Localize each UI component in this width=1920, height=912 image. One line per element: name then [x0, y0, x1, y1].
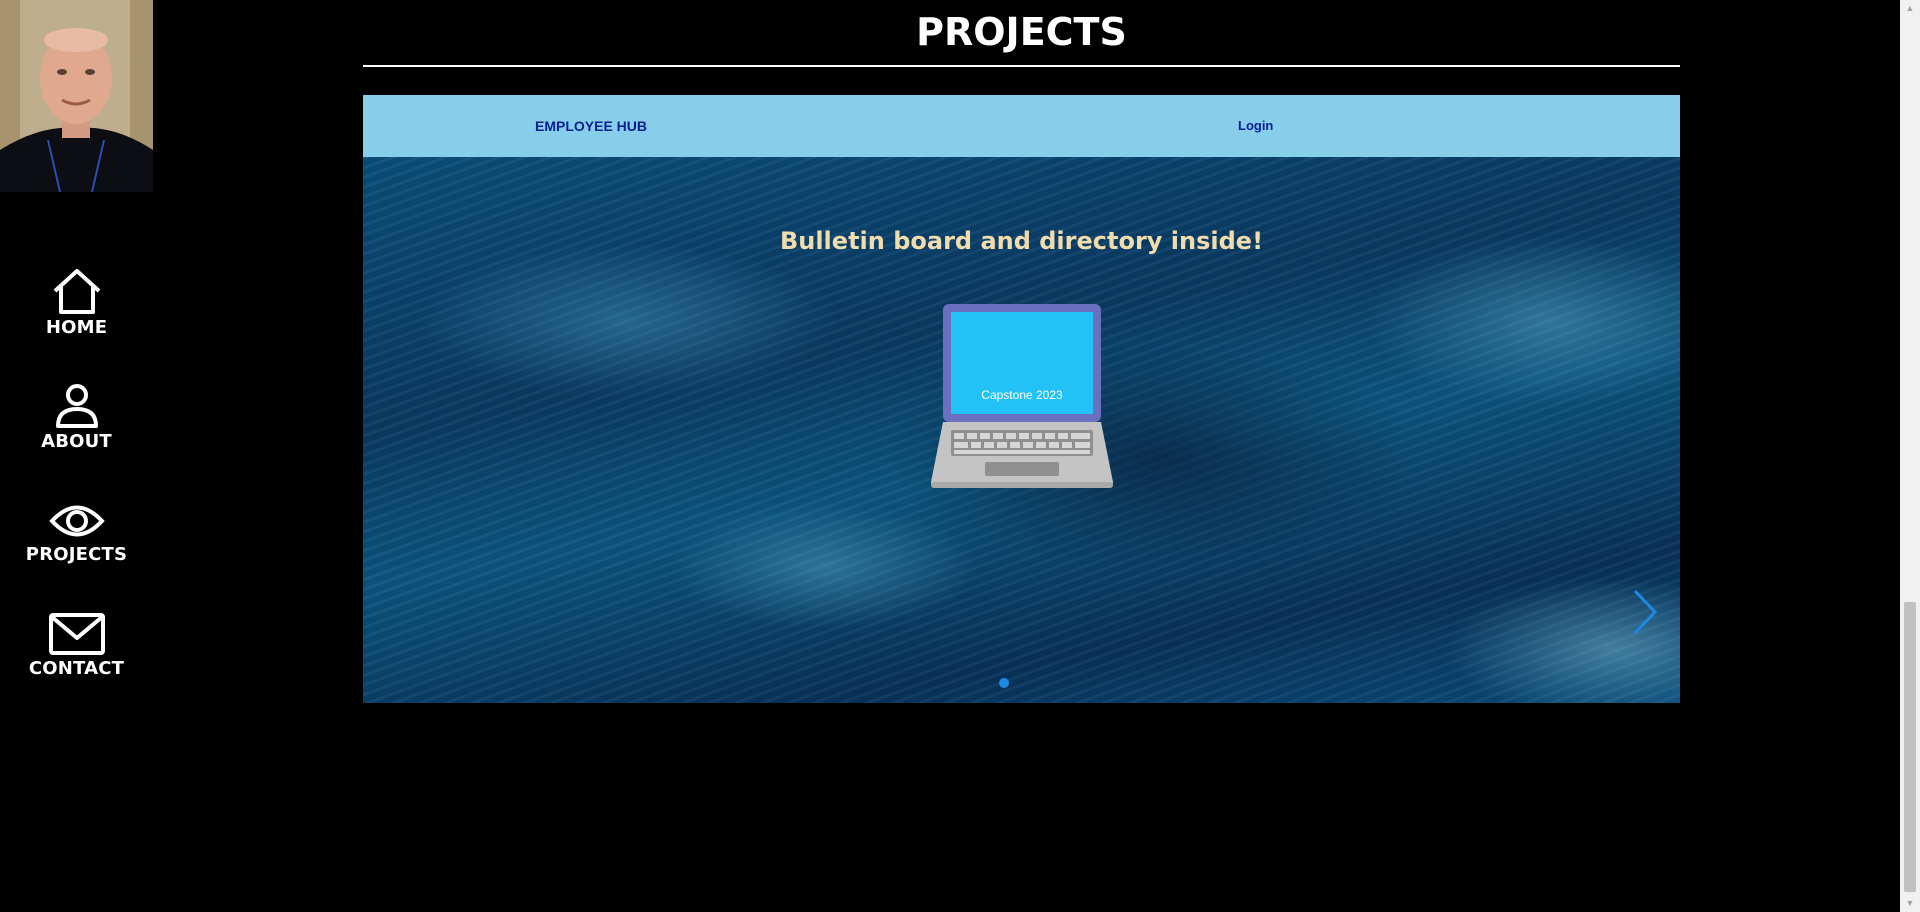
envelope-icon: [48, 613, 105, 655]
page-scrollbar[interactable]: ▲ ▼: [1900, 0, 1920, 912]
sidebar-item-label: HOME: [45, 317, 108, 338]
project-hero-carousel: Bulletin board and directory inside! Cap…: [363, 157, 1680, 703]
scroll-up-icon[interactable]: ▲: [1900, 0, 1920, 17]
project-navbar: EMPLOYEE HUB Login: [363, 95, 1680, 157]
eye-icon: [48, 505, 105, 537]
sidebar-item-label: CONTACT: [28, 658, 125, 679]
title-divider: [363, 65, 1680, 67]
chevron-right-icon[interactable]: [1629, 587, 1659, 637]
home-icon: [53, 269, 100, 314]
person-icon: [55, 384, 98, 428]
sidebar-item-projects[interactable]: PROJECTS: [0, 500, 153, 565]
project-brand-link[interactable]: EMPLOYEE HUB: [535, 118, 647, 134]
sidebar-item-contact[interactable]: CONTACT: [0, 612, 153, 679]
project-preview: EMPLOYEE HUB Login Bulletin board and di…: [363, 95, 1680, 703]
laptop-caption: Capstone 2023: [981, 388, 1063, 402]
scrollbar-thumb[interactable]: [1904, 602, 1916, 892]
sidebar-item-about[interactable]: ABOUT: [0, 383, 153, 452]
scroll-down-icon[interactable]: ▼: [1900, 895, 1920, 912]
sidebar-item-home[interactable]: HOME: [0, 267, 153, 338]
carousel-indicator[interactable]: [999, 678, 1009, 688]
sidebar-item-label: ABOUT: [41, 431, 112, 452]
sidebar: HOME ABOUT PROJECTS CONTACT: [0, 0, 153, 912]
page-title: PROJECTS: [916, 10, 1127, 54]
sidebar-item-label: PROJECTS: [25, 544, 128, 565]
project-login-link[interactable]: Login: [1238, 118, 1273, 133]
hero-heading: Bulletin board and directory inside!: [779, 227, 1264, 255]
avatar: [0, 0, 153, 192]
